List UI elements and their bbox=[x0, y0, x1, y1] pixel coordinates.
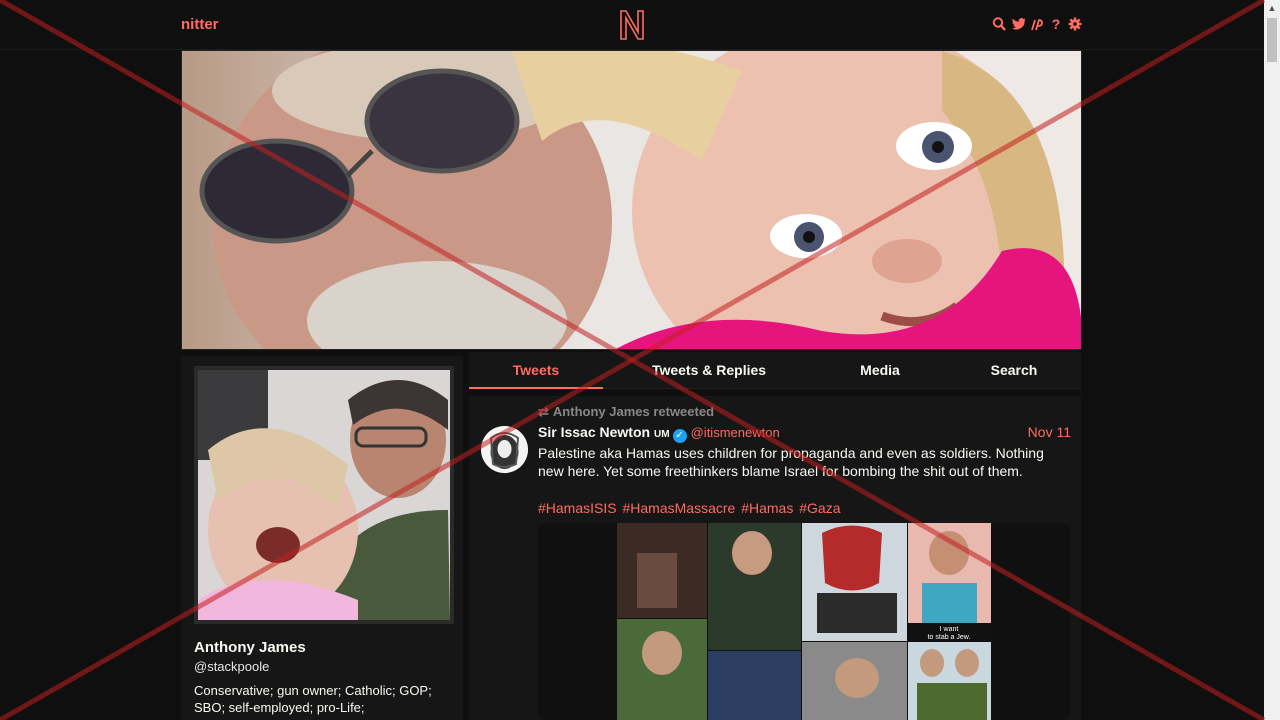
hashtag-link[interactable]: #HamasMassacre bbox=[622, 500, 735, 516]
banner-photo bbox=[182, 51, 1081, 349]
page-scrollbar[interactable]: ▲ bbox=[1264, 0, 1280, 720]
retweet-header: ⇄ Anthony James retweeted bbox=[538, 404, 714, 420]
profile-bio: Conservative; gun owner; Catholic; GOP; … bbox=[194, 683, 432, 715]
hashtag-link[interactable]: #HamasISIS bbox=[538, 500, 617, 516]
retweet-header-text: Anthony James retweeted bbox=[552, 404, 715, 419]
profile-banner[interactable] bbox=[181, 50, 1082, 350]
profile-name[interactable]: Anthony James bbox=[194, 639, 306, 656]
scroll-up-arrow-icon[interactable]: ▲ bbox=[1264, 0, 1280, 16]
tweet-hashtags: #HamasISIS #HamasMassacre #Hamas #Gaza bbox=[538, 500, 842, 516]
author-badge: UM bbox=[654, 429, 670, 440]
timeline-tabs: Tweets Tweets & Replies Media Search bbox=[469, 352, 1081, 389]
navbar-icons: ? bbox=[992, 16, 1082, 32]
tab-media[interactable]: Media bbox=[834, 352, 926, 389]
nitter-logo-icon[interactable] bbox=[618, 8, 646, 42]
settings-icon[interactable] bbox=[1068, 16, 1082, 32]
top-navbar: nitter ? bbox=[0, 0, 1264, 50]
tweet-media[interactable]: I want to stab a Jew. bbox=[538, 523, 1070, 720]
twitter-icon[interactable] bbox=[1011, 16, 1026, 32]
scrollbar-thumb[interactable] bbox=[1267, 18, 1277, 62]
tweet-author-handle[interactable]: @itismenewton bbox=[691, 425, 780, 440]
tweet-author-avatar[interactable] bbox=[481, 426, 528, 473]
avatar-photo bbox=[198, 370, 450, 620]
tab-search[interactable]: Search bbox=[969, 352, 1059, 389]
tweet-date[interactable]: Nov 11 bbox=[1028, 424, 1071, 440]
tweet-text: Palestine aka Hamas uses children for pr… bbox=[538, 445, 1044, 479]
rss-icon[interactable] bbox=[1030, 16, 1044, 32]
tab-tweets[interactable]: Tweets bbox=[469, 352, 603, 389]
verified-icon: ✓ bbox=[672, 429, 687, 443]
svg-text:I want: I want bbox=[940, 626, 959, 633]
tab-tweets-replies[interactable]: Tweets & Replies bbox=[629, 352, 789, 389]
search-icon[interactable] bbox=[992, 16, 1006, 32]
help-icon[interactable]: ? bbox=[1049, 16, 1063, 32]
tweet-header: Sir Issac Newton UM ✓ @itismenewton Nov 11 bbox=[538, 424, 1071, 443]
timeline-item[interactable]: ⇄ Anthony James retweeted Sir Issac Newto… bbox=[469, 396, 1081, 720]
profile-avatar[interactable] bbox=[194, 366, 454, 624]
svg-text:to stab a Jew.: to stab a Jew. bbox=[928, 634, 971, 641]
retweet-icon: ⇄ bbox=[538, 404, 549, 419]
media-collage-image: I want to stab a Jew. bbox=[617, 523, 991, 720]
hashtag-link[interactable]: #Hamas bbox=[741, 500, 793, 516]
hashtag-link[interactable]: #Gaza bbox=[799, 500, 840, 516]
profile-handle[interactable]: @stackpoole bbox=[194, 659, 269, 674]
tweet-author-name[interactable]: Sir Issac Newton bbox=[538, 424, 650, 440]
nitter-home-link[interactable]: nitter bbox=[181, 16, 219, 33]
profile-card: Anthony James @stackpoole Conservative; … bbox=[181, 356, 463, 720]
